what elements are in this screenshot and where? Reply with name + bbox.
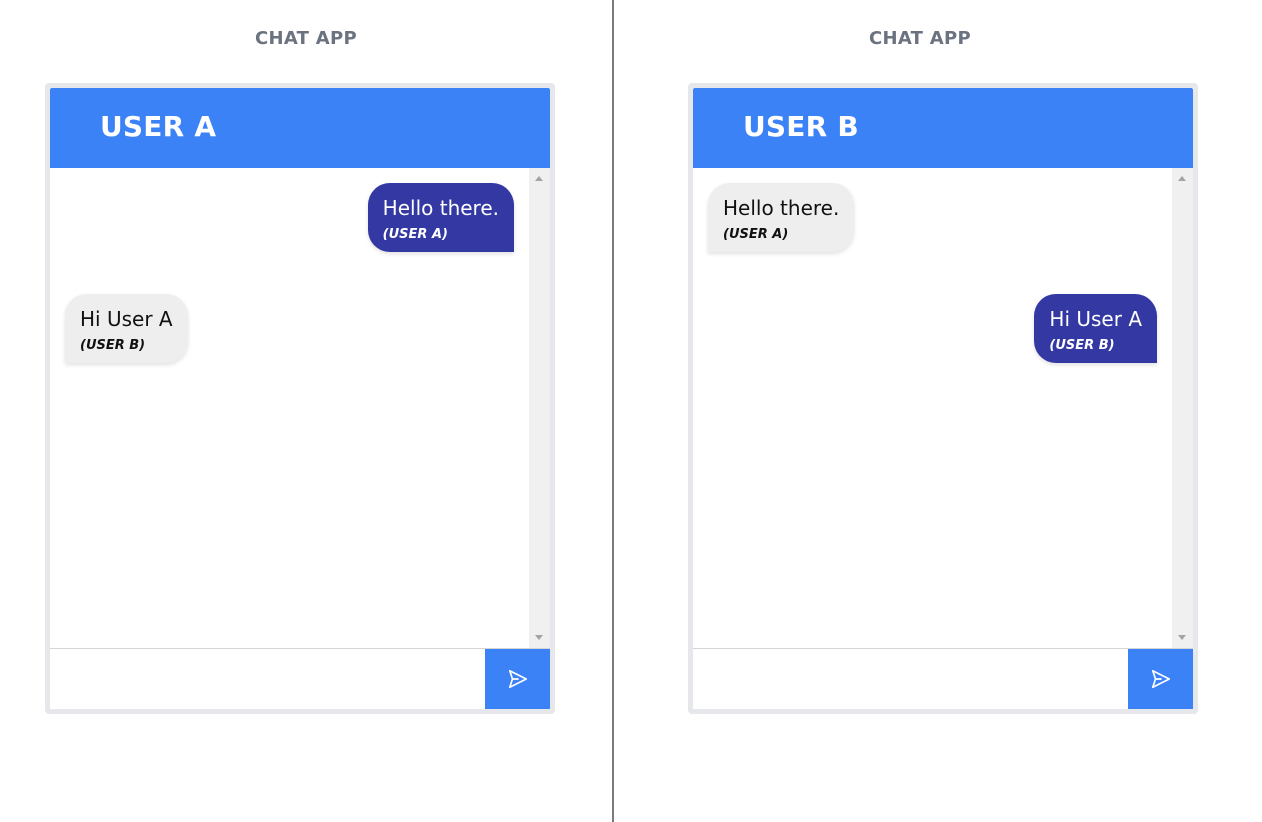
messages-scrollbar[interactable] bbox=[1172, 168, 1193, 648]
chat-window: USER B Hello there. (USER A) Hi User A (… bbox=[688, 83, 1198, 714]
send-button[interactable] bbox=[485, 649, 550, 709]
app-title: CHAT APP bbox=[254, 28, 358, 49]
scroll-down-arrow-icon[interactable] bbox=[1178, 635, 1186, 640]
send-icon bbox=[1151, 669, 1170, 689]
messages-scrollbar[interactable] bbox=[529, 168, 550, 648]
message-list: Hello there. (USER A) Hi User A (USER B) bbox=[693, 168, 1193, 648]
chat-header: USER B bbox=[693, 88, 1193, 168]
message-author: (USER A) bbox=[382, 227, 448, 242]
chat-pane-user-a: CHAT APP USER A Hello there. (USER A) Hi… bbox=[0, 0, 612, 822]
message-text: Hi User A bbox=[1049, 307, 1142, 331]
send-icon bbox=[508, 669, 527, 689]
scroll-up-arrow-icon[interactable] bbox=[535, 176, 543, 181]
chat-header: USER A bbox=[50, 88, 550, 168]
message-author: (USER A) bbox=[723, 227, 789, 242]
message-text: Hello there. bbox=[723, 196, 840, 220]
message-author: (USER B) bbox=[80, 338, 146, 353]
chat-header-title: USER B bbox=[743, 110, 859, 143]
message-text: Hello there. bbox=[382, 196, 499, 220]
message-text: Hi User A bbox=[80, 307, 173, 331]
message-bubble: Hello there. (USER A) bbox=[708, 183, 855, 252]
chat-pane-user-b: CHAT APP USER B Hello there. (USER A) Hi… bbox=[614, 0, 1226, 822]
chat-header-title: USER A bbox=[100, 110, 217, 143]
message-input[interactable] bbox=[50, 649, 485, 709]
send-button[interactable] bbox=[1128, 649, 1193, 709]
message-bubble: Hi User A (USER B) bbox=[1034, 294, 1157, 363]
message-author: (USER B) bbox=[1049, 338, 1115, 353]
message-bubble: Hello there. (USER A) bbox=[367, 183, 514, 252]
app-title: CHAT APP bbox=[868, 28, 972, 49]
message-bubble: Hi User A (USER B) bbox=[65, 294, 188, 363]
message-composer bbox=[50, 648, 550, 709]
message-list: Hello there. (USER A) Hi User A (USER B) bbox=[50, 168, 550, 648]
message-composer bbox=[693, 648, 1193, 709]
message-input[interactable] bbox=[693, 649, 1128, 709]
chat-window: USER A Hello there. (USER A) Hi User A (… bbox=[45, 83, 555, 714]
scroll-up-arrow-icon[interactable] bbox=[1178, 176, 1186, 181]
scroll-down-arrow-icon[interactable] bbox=[535, 635, 543, 640]
